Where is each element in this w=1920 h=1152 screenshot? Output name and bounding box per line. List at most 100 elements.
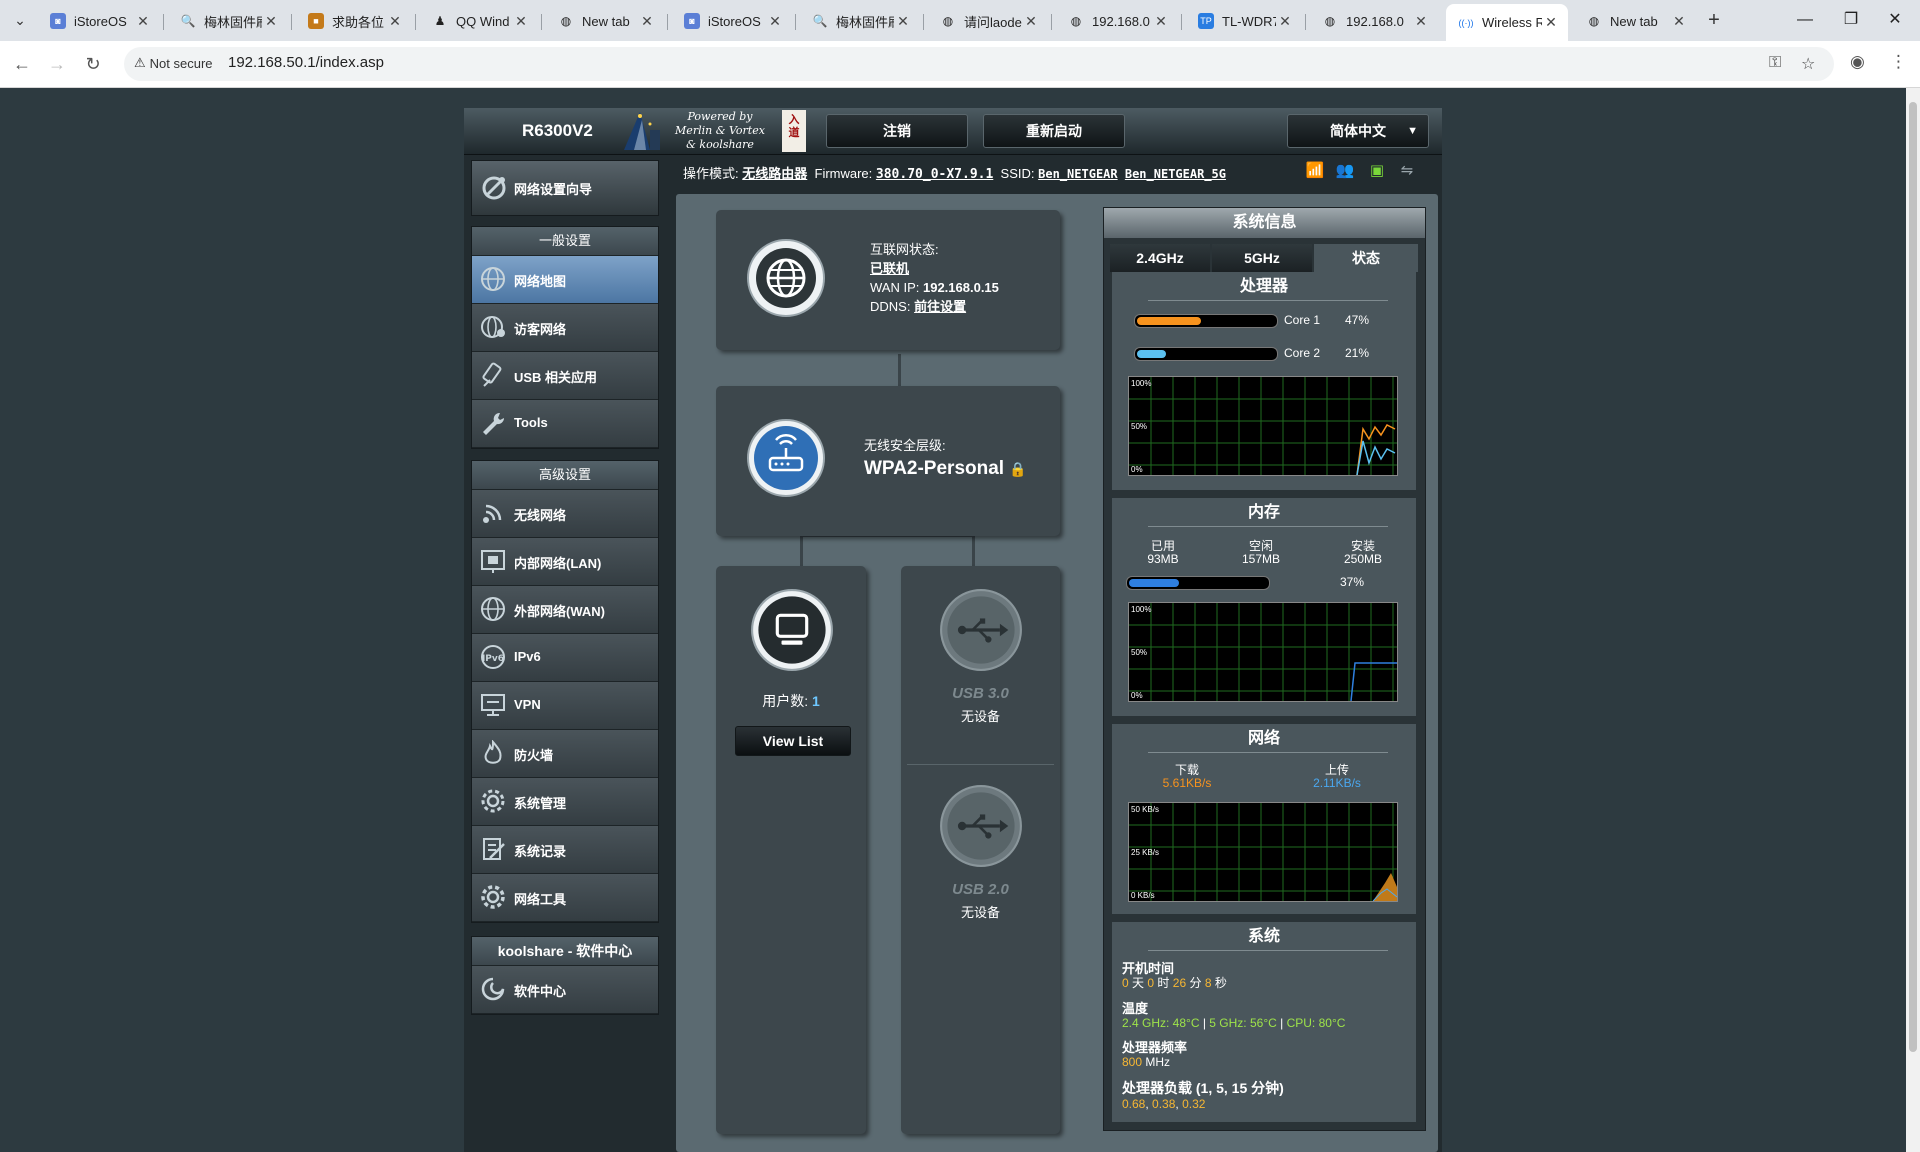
browser-toolbar: ← → ↻ ⚠ Not secure 192.168.50.1/index.as…: [0, 41, 1920, 88]
close-tab-icon[interactable]: ✕: [134, 13, 152, 30]
url-text[interactable]: 192.168.50.1/index.asp: [228, 54, 384, 71]
forward-button[interactable]: →: [43, 50, 71, 78]
menu-item-admin-gear[interactable]: 系统管理: [472, 778, 658, 826]
close-tab-icon[interactable]: ✕: [1022, 13, 1040, 30]
menu-item-wireless[interactable]: 无线网络: [472, 490, 658, 538]
system-section: 系统 开机时间 0 天 0 时 26 分 8 秒 温度 2.4 GHz: 48°…: [1112, 922, 1416, 1122]
temp-cpu: CPU: 80°C: [1286, 1016, 1346, 1030]
powered-line-3: & koolshare: [686, 138, 754, 151]
view-list-button[interactable]: View List: [735, 726, 851, 756]
browser-tab[interactable]: ◍ 192.168.0 ✕: [1056, 6, 1178, 36]
tab-search-chevron-icon[interactable]: ⌄: [8, 8, 32, 32]
profile-icon[interactable]: ◉: [1850, 52, 1865, 72]
close-tab-icon[interactable]: ✕: [766, 13, 784, 30]
guest-network-icon: [481, 316, 505, 338]
close-tab-icon[interactable]: ✕: [1670, 13, 1688, 30]
restore-button[interactable]: ❐: [1828, 6, 1874, 34]
menu-item-wrench[interactable]: Tools: [472, 400, 658, 448]
logout-button[interactable]: 注销: [826, 114, 968, 148]
tab-2-4ghz[interactable]: 2.4GHz: [1110, 244, 1210, 272]
browser-tab[interactable]: ◙ iStoreOS ✕: [38, 6, 160, 36]
menu-item-vpn[interactable]: VPN: [472, 682, 658, 730]
clients-count: 1: [811, 693, 820, 709]
browser-tab[interactable]: 🔍 梅林固件刷✕: [168, 6, 288, 36]
reboot-button[interactable]: 重新启动: [983, 114, 1125, 148]
close-tab-icon[interactable]: ✕: [894, 13, 912, 30]
menu-item-firewall[interactable]: 防火墙: [472, 730, 658, 778]
firmware-link[interactable]: 380.70_0-X7.9.1: [876, 167, 993, 182]
browser-tab[interactable]: ◍ 192.168.0 ✕: [1310, 6, 1438, 36]
browser-tab[interactable]: ◍ 请问laode ✕: [928, 6, 1048, 36]
reload-button[interactable]: ↻: [79, 50, 107, 78]
close-tab-icon[interactable]: ✕: [1152, 13, 1170, 30]
internet-status-value[interactable]: 已联机: [870, 261, 909, 276]
firewall-icon: [484, 740, 502, 764]
browser-tab[interactable]: ◍ New tab ✕: [1574, 6, 1696, 36]
browser-tab[interactable]: ◙ iStoreOS ✕: [672, 6, 792, 36]
menu-item-guest-network[interactable]: 访客网络: [472, 304, 658, 352]
more-menu-icon[interactable]: ⋮: [1890, 52, 1907, 72]
router-security-card[interactable]: 无线安全层级: WPA2-Personal 🔒: [716, 386, 1060, 536]
language-select[interactable]: 简体中文 ▼: [1287, 114, 1429, 148]
scrollbar-thumb[interactable]: [1909, 102, 1917, 1052]
close-tab-icon[interactable]: ✕: [1412, 13, 1430, 30]
tab-title: TL-WDR7: [1222, 13, 1276, 29]
op-mode-link[interactable]: 无线路由器: [742, 166, 807, 181]
clients-card[interactable]: 用户数: 1 View List: [716, 566, 866, 1134]
menu-item-network-tools[interactable]: 网络工具: [472, 874, 658, 922]
close-tab-icon[interactable]: ✕: [1542, 14, 1560, 31]
new-tab-button[interactable]: +: [1702, 8, 1726, 32]
language-value: 简体中文: [1330, 123, 1386, 139]
usb2-status: 无设备: [960, 905, 1000, 920]
uptime-hours: 0: [1147, 976, 1155, 990]
menu-item-software-center[interactable]: 软件中心: [472, 966, 658, 1014]
browser-tab[interactable]: TP TL-WDR7 ✕: [1186, 6, 1302, 36]
close-tab-icon[interactable]: ✕: [386, 13, 404, 30]
internet-status-card[interactable]: 互联网状态: 已联机 WAN IP: 192.168.0.15 DDNS: 前往…: [716, 210, 1060, 350]
general-menu-title: 一般设置: [472, 227, 658, 256]
browser-tab[interactable]: 🔍 梅林固件刷✕: [800, 6, 920, 36]
page-scrollbar[interactable]: [1906, 88, 1920, 1152]
cpu-tick-100: 100%: [1131, 379, 1152, 388]
address-bar[interactable]: ⚠ Not secure 192.168.50.1/index.asp ⚿ ☆: [124, 47, 1834, 81]
menu-item-lan[interactable]: 内部网络(LAN): [472, 538, 658, 586]
close-tab-icon[interactable]: ✕: [262, 13, 280, 30]
not-secure-chip[interactable]: ⚠ Not secure: [134, 55, 213, 71]
usb2-slot[interactable]: USB 2.0 无设备: [901, 764, 1060, 960]
menu-item-system-log[interactable]: 系统记录: [472, 826, 658, 874]
browser-tab[interactable]: ♟ QQ Wind ✕: [420, 6, 538, 36]
close-tab-icon[interactable]: ✕: [512, 13, 530, 30]
cpu-graph-grid: [1129, 377, 1397, 475]
tab-5ghz[interactable]: 5GHz: [1212, 244, 1312, 272]
bookmark-star-icon[interactable]: ☆: [1801, 54, 1815, 74]
tab-title: iStoreOS: [708, 13, 761, 29]
menu-item-wan-globe[interactable]: 外部网络(WAN): [472, 586, 658, 634]
cpu-freq-value: 800: [1122, 1055, 1143, 1069]
close-tab-icon[interactable]: ✕: [1276, 13, 1294, 30]
back-button[interactable]: ←: [8, 50, 36, 78]
tab-status[interactable]: 状态: [1314, 244, 1418, 272]
browser-tab[interactable]: ◍ New tab ✕: [546, 6, 664, 36]
close-window-button[interactable]: ✕: [1872, 6, 1918, 34]
browser-tab[interactable]: ((·)) Wireless R ✕: [1446, 4, 1568, 41]
menu-network-wizard[interactable]: 网络设置向导: [471, 160, 659, 216]
lan-status-icon[interactable]: ▣: [1366, 160, 1388, 182]
browser-tab[interactable]: ■ 求助各位 ✕: [296, 6, 412, 36]
wifi-status-icon[interactable]: 📶: [1304, 160, 1326, 182]
password-key-icon[interactable]: ⚿: [1769, 54, 1781, 72]
clients-status-icon[interactable]: 👥: [1334, 160, 1356, 182]
usb-status-icon[interactable]: ⇋: [1396, 160, 1418, 182]
menu-item-usb-app[interactable]: USB 相关应用: [472, 352, 658, 400]
tplink-icon: TP: [1198, 13, 1214, 29]
ssid-link-1[interactable]: Ben_NETGEAR: [1038, 167, 1117, 181]
powered-line-2: Merlin & Vortex: [675, 124, 765, 137]
close-tab-icon[interactable]: ✕: [638, 13, 656, 30]
ddns-link[interactable]: 前往设置: [914, 299, 966, 314]
usb3-slot[interactable]: USB 3.0 无设备: [901, 566, 1060, 762]
ssid-link-2[interactable]: Ben_NETGEAR_5G: [1125, 167, 1226, 181]
menu-item-network-map[interactable]: 网络地图: [472, 256, 658, 304]
software-center-icon: [481, 977, 505, 1001]
minimize-button[interactable]: —: [1782, 6, 1828, 34]
core2-line: [1356, 440, 1396, 475]
menu-item-ipv6[interactable]: IPv6 IPv6: [472, 634, 658, 682]
